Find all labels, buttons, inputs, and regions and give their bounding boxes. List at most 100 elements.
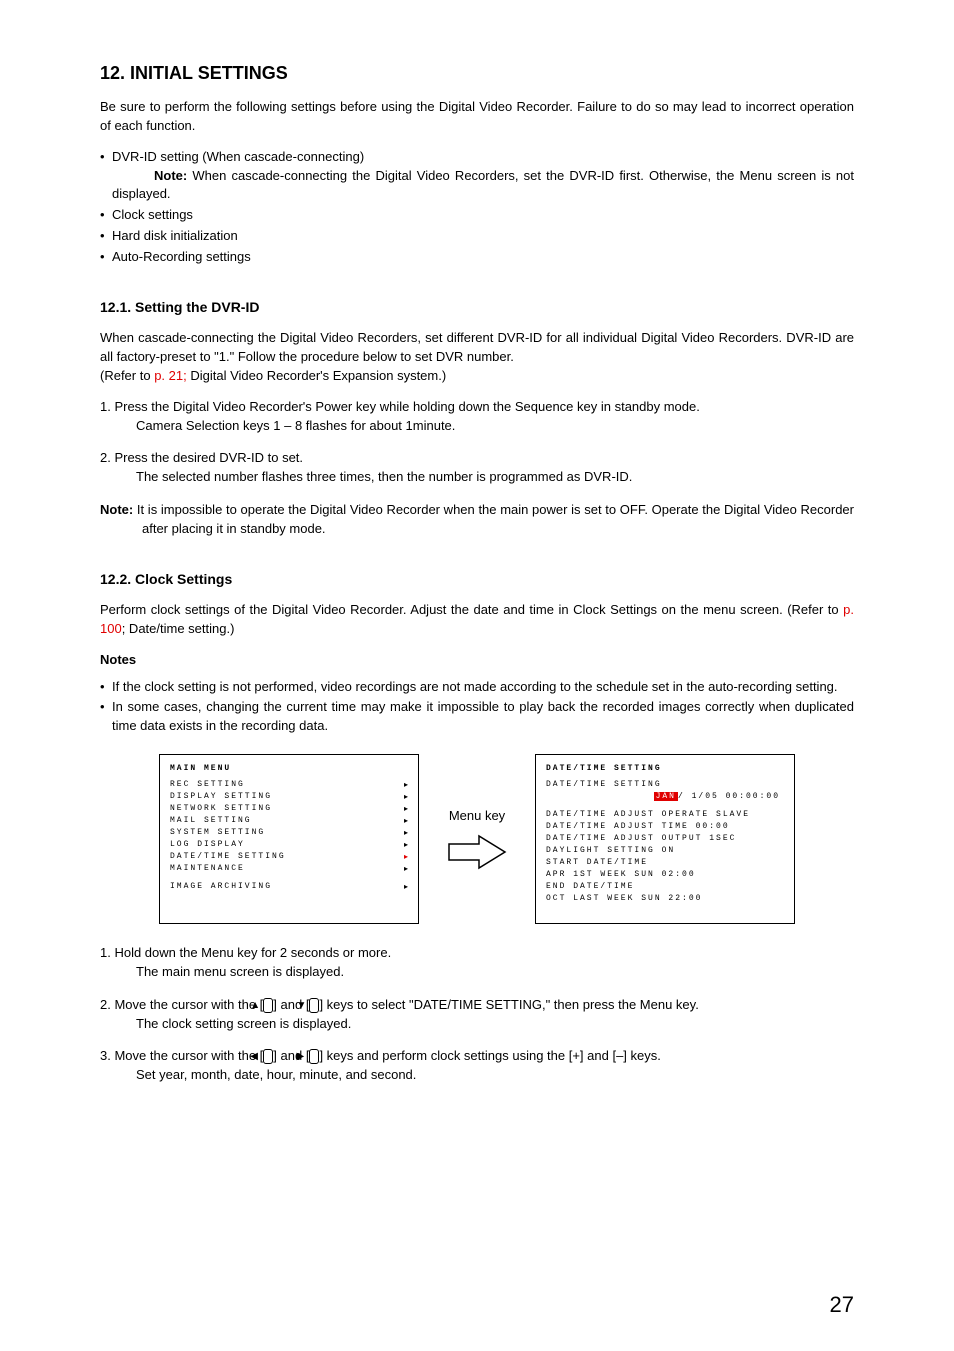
menu-arrow-icon: ▸ (404, 839, 408, 851)
menu-row: REC SETTING ▸ (170, 779, 408, 791)
bullet-text: DVR-ID setting (When cascade-connecting) (112, 149, 364, 164)
screen-line: DATE/TIME ADJUST TIME 00:00 (546, 821, 784, 833)
menu-row: DISPLAY SETTING ▸ (170, 791, 408, 803)
step-text: 1. Press the Digital Video Recorder's Po… (100, 399, 700, 414)
menu-arrow-icon: ▸ (404, 881, 408, 893)
list-item: DVR-ID setting (When cascade-connecting)… (100, 148, 854, 205)
body-text: Perform clock settings of the Digital Vi… (100, 601, 854, 639)
step-subtext: Set year, month, date, hour, minute, and… (118, 1066, 854, 1085)
menu-arrow-icon: ▸ (404, 815, 408, 827)
steps-list: 1. Hold down the Menu key for 2 seconds … (100, 944, 854, 1085)
list-item: 2. Move the cursor with the [▲] and [▼] … (100, 996, 854, 1034)
section-title: 12. INITIAL SETTINGS (100, 60, 854, 86)
menu-item-label: NETWORK SETTING (170, 803, 272, 815)
step-text: ] keys and perform clock settings using … (319, 1048, 660, 1063)
menu-arrow-icon: ▸ (404, 779, 408, 791)
screen-title: MAIN MENU (170, 763, 408, 775)
step-subtext: The selected number flashes three times,… (118, 468, 854, 487)
text-fragment: / 1/05 00:00:00 (678, 792, 780, 801)
highlighted-value: JAN (654, 792, 678, 801)
arrow-column: Menu key (447, 807, 507, 872)
menu-arrow-icon: ▸ (404, 803, 408, 815)
list-item: 3. Move the cursor with the [◀] and [▶] … (100, 1047, 854, 1085)
figures-row: MAIN MENU REC SETTING▸ DISPLAY SETTING▸ … (100, 754, 854, 924)
step-subtext: The clock setting screen is displayed. (118, 1015, 854, 1034)
screen-line: JAN/ 1/05 00:00:00 (546, 791, 784, 803)
menu-row: IMAGE ARCHIVING ▸ (170, 881, 408, 893)
menu-arrow-icon: ▸ (404, 791, 408, 803)
step-subtext: Camera Selection keys 1 – 8 flashes for … (118, 417, 854, 436)
section-intro: Be sure to perform the following setting… (100, 98, 854, 136)
menu-row: LOG DISPLAY ▸ (170, 839, 408, 851)
menu-item-label: DATE/TIME SETTING (170, 851, 286, 863)
menu-item-label: MAIL SETTING (170, 815, 252, 827)
step-text: 3. Move the cursor with the [ (100, 1048, 263, 1063)
menu-item-label: MAINTENANCE (170, 863, 245, 875)
menu-item-label: REC SETTING (170, 779, 245, 791)
step-text: 2. Move the cursor with the [ (100, 997, 263, 1012)
screen-line: DATE/TIME SETTING (546, 779, 784, 791)
menu-arrow-icon: ▸ (404, 863, 408, 875)
notes-heading: Notes (100, 651, 854, 670)
list-item: In some cases, changing the current time… (100, 698, 854, 736)
list-item: 2. Press the desired DVR-ID to set. The … (100, 449, 854, 487)
step-text: 2. Press the desired DVR-ID to set. (100, 450, 303, 465)
menu-item-label: DISPLAY SETTING (170, 791, 272, 803)
steps-list: 1. Press the Digital Video Recorder's Po… (100, 398, 854, 487)
date-time-screen: DATE/TIME SETTING DATE/TIME SETTING JAN/… (535, 754, 795, 924)
list-item: Auto-Recording settings (100, 248, 854, 267)
page-number: 27 (830, 1289, 854, 1321)
menu-row: DATE/TIME SETTING ▸ (170, 851, 408, 863)
note-text: It is impossible to operate the Digital … (133, 502, 854, 536)
list-item: 1. Hold down the Menu key for 2 seconds … (100, 944, 854, 982)
menu-item-label: LOG DISPLAY (170, 839, 245, 851)
bullet-note: Note: When cascade-connecting the Digita… (112, 168, 854, 202)
note-label: Note: (154, 168, 187, 183)
body-text: When cascade-connecting the Digital Vide… (100, 329, 854, 367)
up-key-icon: ▲ (263, 998, 273, 1013)
step-subtext: The main menu screen is displayed. (118, 963, 854, 982)
step-text: ] keys to select "DATE/TIME SETTING," th… (319, 997, 698, 1012)
screen-line: DATE/TIME ADJUST OUTPUT 1SEC (546, 833, 784, 845)
screen-line: OCT LAST WEEK SUN 22:00 (546, 893, 784, 905)
list-item: Clock settings (100, 206, 854, 225)
text-fragment: Digital Video Recorder's Expansion syste… (187, 368, 446, 383)
down-key-icon: ▼ (309, 998, 319, 1013)
menu-item-label: IMAGE ARCHIVING (170, 881, 272, 893)
body-text: (Refer to p. 21; Digital Video Recorder'… (100, 367, 854, 386)
screen-title: DATE/TIME SETTING (546, 763, 784, 775)
menu-row: MAIL SETTING ▸ (170, 815, 408, 827)
menu-row: NETWORK SETTING ▸ (170, 803, 408, 815)
notes-list: If the clock setting is not performed, v… (100, 678, 854, 737)
text-fragment: (Refer to (100, 368, 154, 383)
screen-line: DATE/TIME ADJUST OPERATE SLAVE (546, 809, 784, 821)
text-fragment: Perform clock settings of the Digital Vi… (100, 602, 843, 617)
list-item: 1. Press the Digital Video Recorder's Po… (100, 398, 854, 436)
page-link[interactable]: p. 21; (154, 368, 187, 383)
screen-line: START DATE/TIME (546, 857, 784, 869)
menu-item-label: SYSTEM SETTING (170, 827, 265, 839)
screen-line: END DATE/TIME (546, 881, 784, 893)
left-key-icon: ◀ (263, 1049, 273, 1064)
screen-line: DAYLIGHT SETTING ON (546, 845, 784, 857)
text-fragment: ; Date/time setting.) (122, 621, 235, 636)
step-text: 1. Hold down the Menu key for 2 seconds … (100, 945, 391, 960)
list-item: If the clock setting is not performed, v… (100, 678, 854, 697)
menu-arrow-icon: ▸ (404, 827, 408, 839)
step-text: ] and [ (273, 1048, 309, 1063)
arrow-label: Menu key (447, 807, 507, 826)
screen-line: APR 1ST WEEK SUN 02:00 (546, 869, 784, 881)
right-arrow-icon (447, 832, 507, 872)
subsection-title: 12.1. Setting the DVR-ID (100, 297, 854, 317)
list-item: Hard disk initialization (100, 227, 854, 246)
menu-row: SYSTEM SETTING ▸ (170, 827, 408, 839)
right-key-icon: ▶ (309, 1049, 319, 1064)
menu-row: MAINTENANCE ▸ (170, 863, 408, 875)
main-menu-screen: MAIN MENU REC SETTING▸ DISPLAY SETTING▸ … (159, 754, 419, 924)
note-label: Note: (100, 502, 133, 517)
note-text: When cascade-connecting the Digital Vide… (112, 168, 854, 202)
initial-bullet-list: DVR-ID setting (When cascade-connecting)… (100, 148, 854, 267)
menu-arrow-selected-icon: ▸ (404, 851, 408, 863)
note-paragraph: Note: It is impossible to operate the Di… (100, 501, 854, 539)
subsection-title: 12.2. Clock Settings (100, 569, 854, 589)
